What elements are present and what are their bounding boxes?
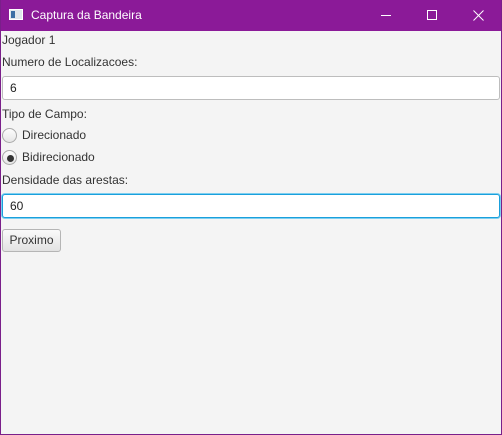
radio-label: Bidirecionado [22,150,95,164]
title-bar[interactable]: Captura da Bandeira [1,0,501,31]
locations-input[interactable]: 6 [2,76,500,100]
maximize-button[interactable] [409,0,455,31]
minimize-icon [381,15,391,16]
radio-label: Direcionado [22,128,87,142]
next-button[interactable]: Proximo [2,229,61,252]
maximize-icon [427,10,437,20]
radio-selected-dot [7,155,14,162]
player-label: Jogador 1 [2,33,56,47]
field-type-label: Tipo de Campo: [2,107,87,121]
radio-circle[interactable] [2,128,17,143]
radio-circle[interactable] [2,150,17,165]
app-window: Captura da Bandeira Jogador 1 Numero de … [0,0,502,435]
close-button[interactable] [455,0,501,31]
window-title: Captura da Bandeira [31,8,142,22]
density-label: Densidade das arestas: [2,173,129,187]
locations-label: Numero de Localizacoes: [2,55,138,69]
close-icon [473,10,484,21]
app-window-icon [9,9,23,20]
density-input[interactable]: 60 [2,194,500,218]
minimize-button[interactable] [363,0,409,31]
